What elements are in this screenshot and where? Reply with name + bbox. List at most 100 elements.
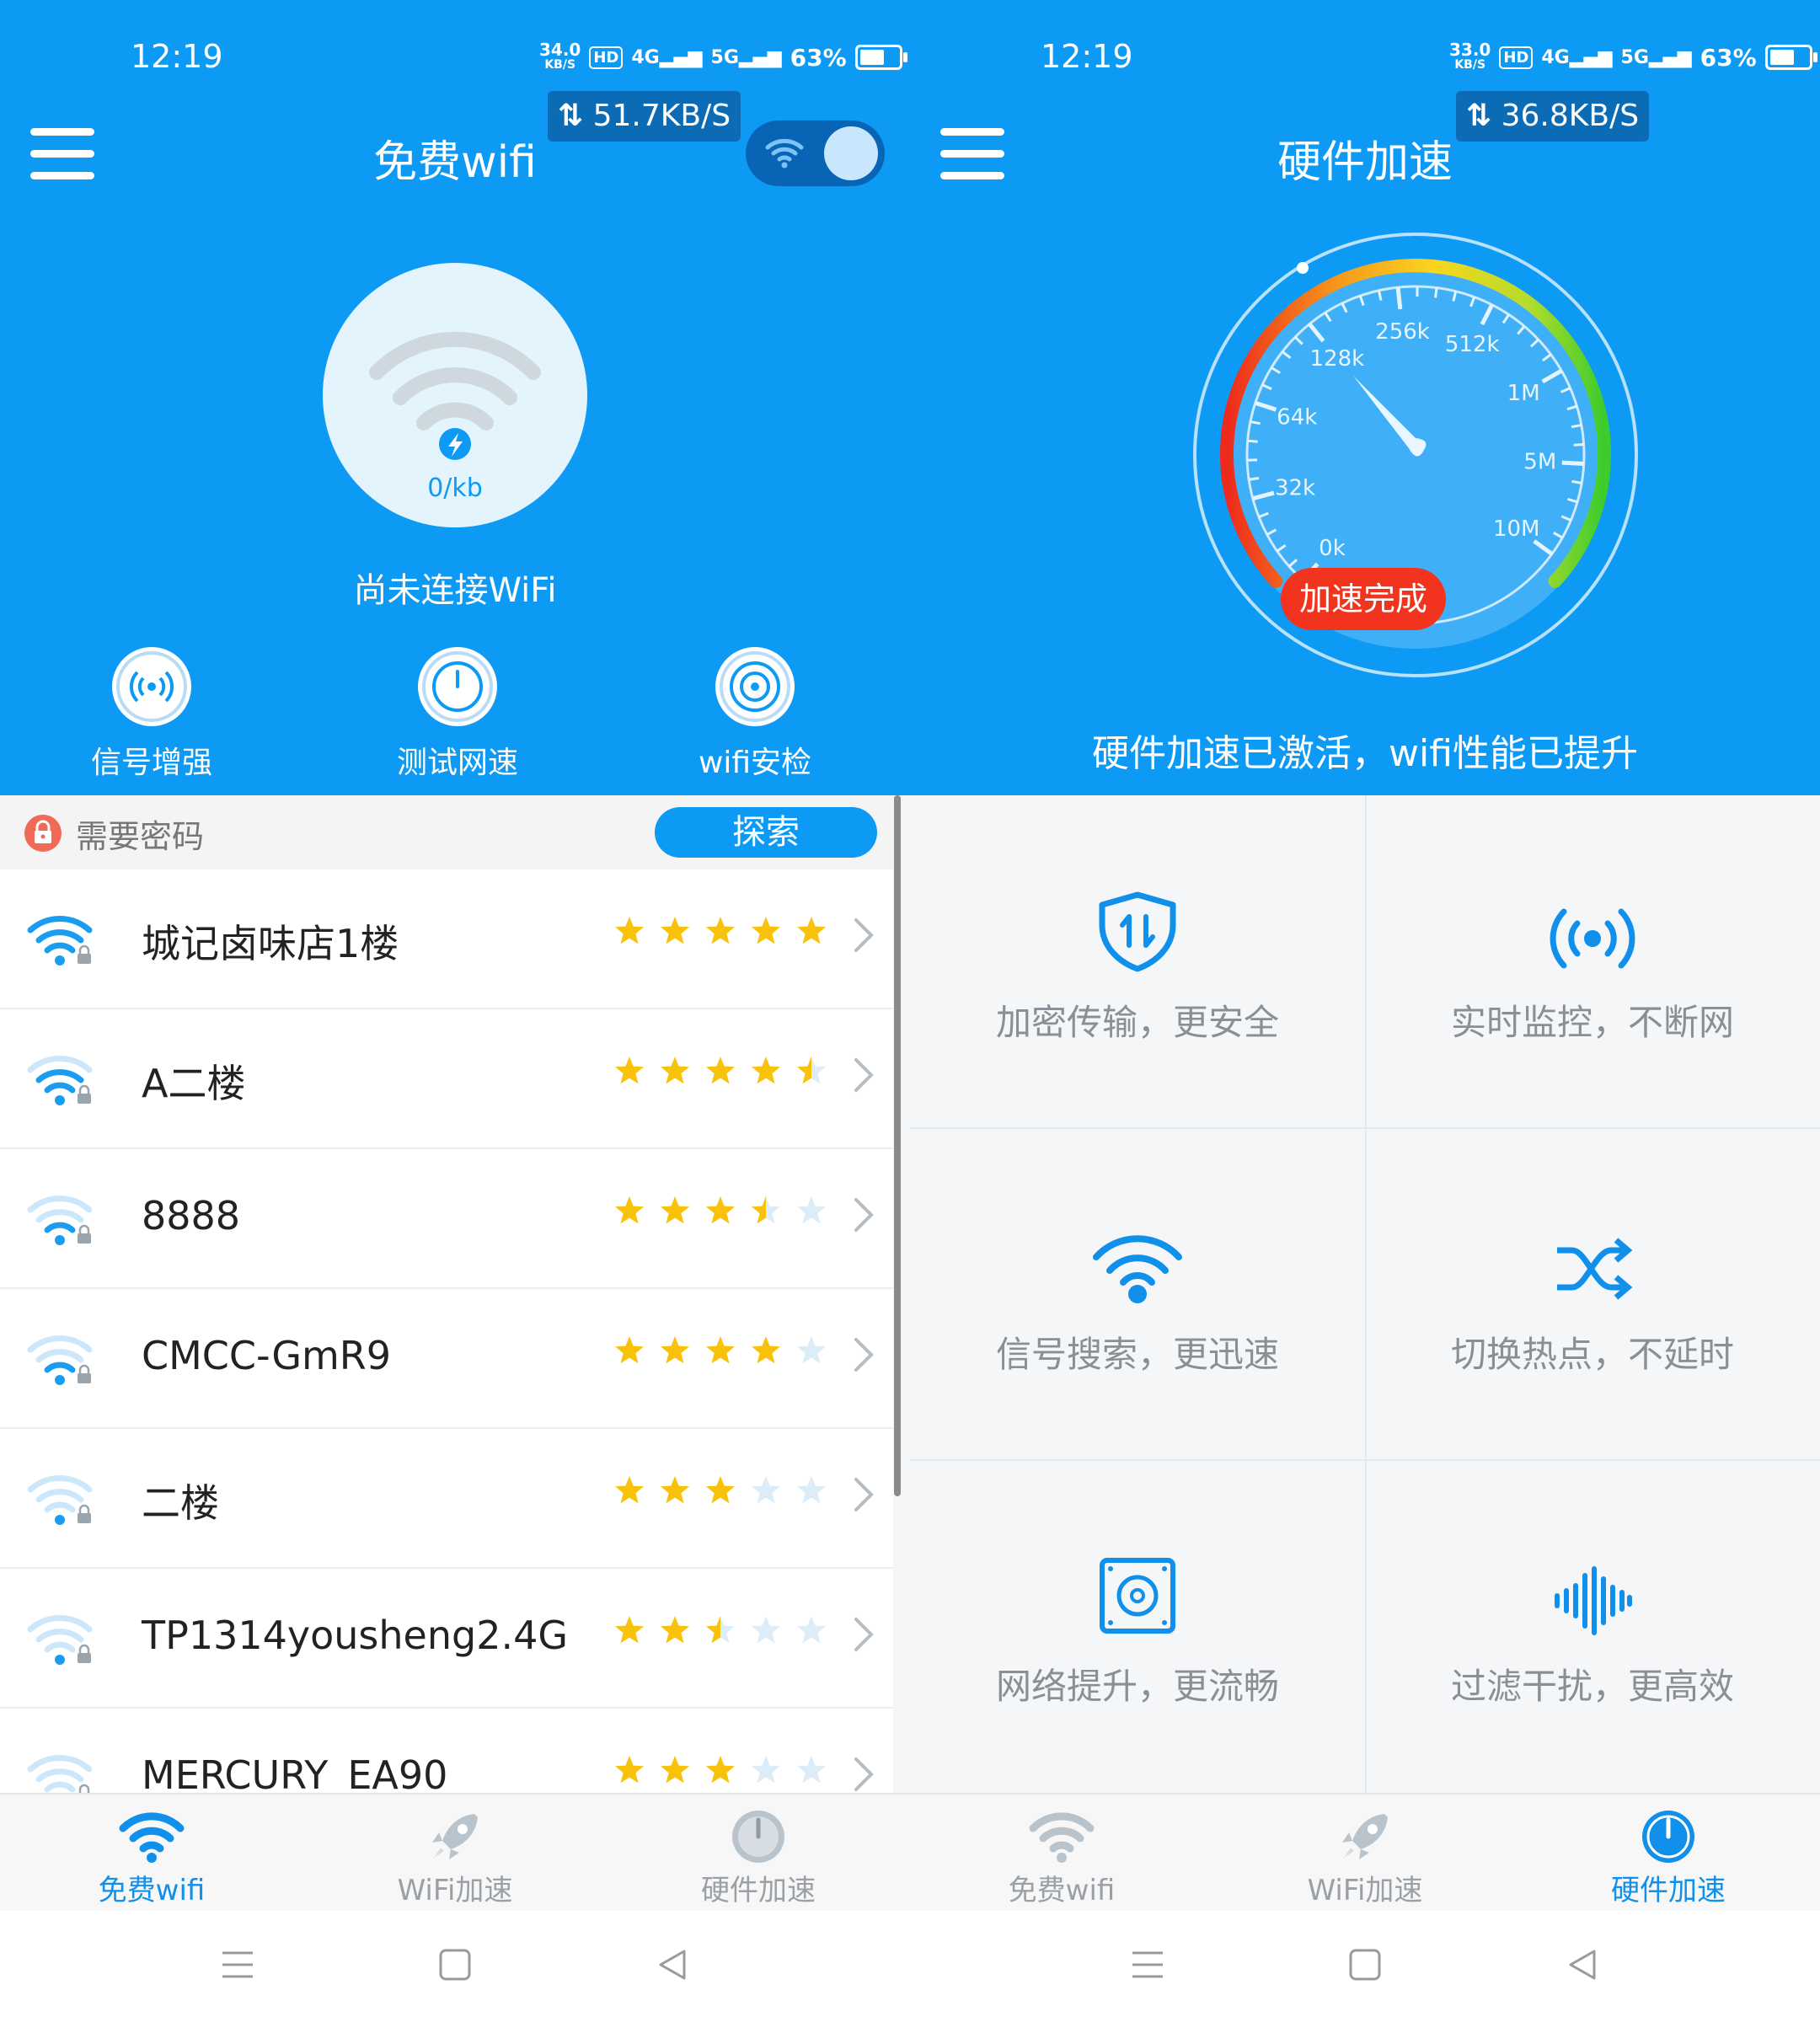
gauge-label: 256k — [1375, 319, 1430, 345]
rating-stars — [613, 1614, 827, 1646]
explore-button[interactable]: 探索 — [655, 807, 877, 858]
wifi-network-row[interactable]: A二楼 — [0, 1009, 893, 1149]
star-empty-icon — [797, 1196, 826, 1224]
wifi-network-row[interactable]: CMCC-GmR9 — [0, 1289, 893, 1429]
scrollbar[interactable] — [894, 795, 901, 1496]
network-speed-indicator: 33.0 KB/S — [1449, 40, 1491, 72]
gauge-tick — [1434, 287, 1438, 298]
wifi-icon — [51, 1806, 253, 1867]
nav-wifi-boost[interactable]: WiFi加速 — [1264, 1806, 1466, 1908]
wifi-search-icon — [910, 1195, 1365, 1304]
connection-circle[interactable]: 0/kb — [323, 263, 587, 527]
recent-apps-icon[interactable] — [221, 1948, 254, 1982]
wifi-icon — [961, 1806, 1163, 1867]
home-icon[interactable] — [1348, 1948, 1382, 1982]
nav-label: 硬件加速 — [1611, 1874, 1726, 1907]
status-time: 12:19 — [131, 38, 223, 75]
star-full-icon — [615, 1756, 644, 1784]
gauge-tick — [1248, 476, 1260, 481]
toggle-knob — [824, 126, 878, 180]
feature-grid: 加密传输，更安全 实时监控，不断网 信号搜索，更迅速 切换热点，不延时 网络提升… — [910, 795, 1820, 1793]
tool-label: wifi安检 — [698, 746, 812, 780]
feature-label: 实时监控，不断网 — [1450, 1002, 1734, 1043]
rating-stars — [613, 1754, 827, 1786]
rating-stars — [613, 1474, 827, 1506]
chevron-right-icon — [854, 1058, 874, 1092]
gauge-label: 512k — [1445, 332, 1500, 357]
status-bar: 12:19 34.0 KB/S HD 4G▂▄▆ 5G▂▄▆ 63% — [0, 0, 910, 110]
bottom-nav: 免费wifi WiFi加速 硬件加速 — [910, 1793, 1820, 1912]
security-check-button[interactable]: wifi安检 — [671, 647, 839, 782]
star-full-icon — [752, 1336, 780, 1364]
wifi-bolt-icon — [369, 331, 541, 460]
back-icon[interactable] — [656, 1948, 689, 1982]
home-icon[interactable] — [438, 1948, 472, 1982]
feature-switch-hotspot[interactable]: 切换热点，不延时 — [1365, 1127, 1820, 1459]
star-full-icon — [706, 1336, 735, 1364]
lock-icon — [24, 815, 62, 852]
speed-test-button[interactable]: 测试网速 — [373, 647, 542, 782]
wifi-network-row[interactable]: 二楼 — [0, 1429, 893, 1569]
nav-hardware-boost[interactable]: 硬件加速 — [657, 1806, 859, 1908]
star-full-icon — [615, 1476, 644, 1504]
shield-transfer-icon — [910, 863, 1365, 972]
network-name: TP1314yousheng2.4G — [142, 1613, 568, 1658]
star-empty-icon — [797, 1756, 826, 1784]
wifi-network-row[interactable]: 城记卤味店1楼 — [0, 869, 893, 1009]
wifi-locked-icon — [27, 1196, 93, 1245]
rating-stars — [613, 1335, 827, 1367]
signal-4g-icon: 4G▂▄▆ — [631, 46, 703, 68]
nav-free-wifi[interactable]: 免费wifi — [51, 1806, 253, 1908]
battery-icon — [1764, 45, 1817, 70]
star-empty-icon — [797, 1616, 826, 1644]
shuffle-icon — [1365, 1195, 1820, 1304]
star-full-icon — [797, 917, 826, 944]
feature-realtime-monitor[interactable]: 实时监控，不断网 — [1365, 795, 1820, 1127]
signal-boost-icon — [112, 647, 191, 726]
network-name: 二楼 — [142, 1480, 219, 1526]
feature-filter-interference[interactable]: 过滤干扰，更高效 — [1365, 1459, 1820, 1791]
star-empty-icon — [752, 1476, 780, 1504]
nav-wifi-boost[interactable]: WiFi加速 — [354, 1806, 556, 1908]
star-full-icon — [661, 1476, 689, 1504]
star-half-icon — [706, 1616, 735, 1644]
gauge-label: 5M — [1523, 450, 1556, 475]
star-full-icon — [615, 1196, 644, 1224]
star-full-icon — [706, 1196, 735, 1224]
gauge-label: 32k — [1275, 475, 1315, 500]
star-full-icon — [615, 1056, 644, 1084]
rating-stars — [613, 1195, 827, 1227]
nav-free-wifi[interactable]: 免费wifi — [961, 1806, 1163, 1908]
star-half-icon — [797, 1056, 826, 1084]
nav-hardware-boost[interactable]: 硬件加速 — [1567, 1806, 1769, 1908]
boost-complete-badge: 加速完成 — [1281, 568, 1446, 630]
back-icon[interactable] — [1566, 1948, 1599, 1982]
network-speed-indicator: 34.0 KB/S — [539, 40, 581, 72]
feature-encrypted-transfer[interactable]: 加密传输，更安全 — [910, 795, 1365, 1127]
broadcast-icon — [1365, 863, 1820, 972]
star-full-icon — [615, 1336, 644, 1364]
signal-boost-button[interactable]: 信号增强 — [67, 647, 236, 782]
header-panel: 12:19 33.0 KB/S HD 4G▂▄▆ 5G▂▄▆ 63% ⇅ 36.8… — [910, 0, 1820, 795]
gauge-label: 1M — [1507, 381, 1540, 406]
status-time: 12:19 — [1041, 38, 1133, 75]
feature-label: 切换热点，不延时 — [1450, 1334, 1734, 1375]
star-full-icon — [661, 1336, 689, 1364]
gauge-tick — [1395, 286, 1403, 310]
password-filter-bar: 需要密码 探索 — [0, 795, 893, 869]
feature-label: 加密传输，更安全 — [995, 1002, 1279, 1043]
tool-label: 测试网速 — [396, 746, 518, 780]
network-name: CMCC-GmR9 — [142, 1333, 392, 1378]
feature-network-boost[interactable]: 网络提升，更流畅 — [910, 1459, 1365, 1791]
wifi-toggle[interactable] — [746, 120, 885, 186]
gauge-tick — [1571, 424, 1582, 429]
star-empty-icon — [752, 1756, 780, 1784]
wifi-network-row[interactable]: TP1314yousheng2.4G — [0, 1569, 893, 1709]
rocket-icon — [354, 1806, 556, 1867]
wifi-icon — [765, 138, 804, 168]
recent-apps-icon[interactable] — [1131, 1948, 1164, 1982]
feature-signal-search[interactable]: 信号搜索，更迅速 — [910, 1127, 1365, 1459]
data-usage-value: 0/kb — [427, 473, 483, 503]
star-full-icon — [661, 1056, 689, 1084]
wifi-network-row[interactable]: 8888 — [0, 1149, 893, 1289]
